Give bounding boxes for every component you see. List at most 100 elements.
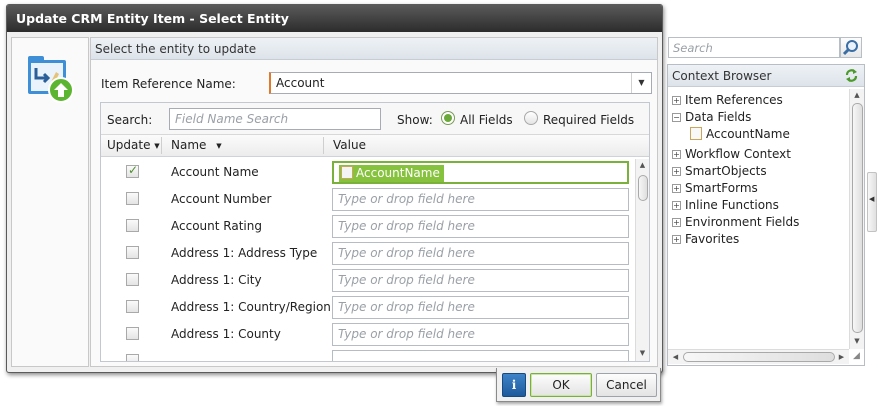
scroll-up-icon[interactable]: ▲ bbox=[636, 161, 649, 170]
value-input[interactable]: AccountName bbox=[332, 161, 629, 184]
tree-item-smartobjects[interactable]: + SmartObjects bbox=[672, 164, 767, 178]
scroll-down-icon[interactable]: ▼ bbox=[850, 337, 864, 346]
expand-icon: + bbox=[672, 201, 681, 210]
value-input[interactable]: Type or drop field here bbox=[332, 242, 629, 265]
all-fields-radio[interactable] bbox=[441, 111, 455, 125]
show-label: Show: bbox=[397, 113, 433, 127]
grid-header: Update ▼ Name ▼ Value bbox=[101, 135, 649, 157]
tree-item-data-fields[interactable]: − Data Fields bbox=[672, 110, 751, 124]
wizard-icon-pane bbox=[11, 37, 89, 367]
context-horizontal-scrollbar[interactable]: ◀ ▶ bbox=[668, 349, 849, 364]
table-row: Account Number Type or drop field here bbox=[101, 186, 635, 213]
value-input[interactable]: Type or drop field here bbox=[332, 269, 629, 292]
table-row: Account Rating Type or drop field here bbox=[101, 213, 635, 240]
refresh-icon[interactable] bbox=[844, 68, 859, 83]
dialog-button-bar: i OK Cancel bbox=[496, 368, 661, 402]
field-grid: Search: Field Name Search Show: All Fiel… bbox=[100, 102, 650, 362]
grid-scrollbar[interactable]: ▲ ▼ bbox=[635, 159, 649, 361]
field-name: Address 1: City bbox=[171, 273, 262, 287]
context-hscroll-thumb[interactable] bbox=[683, 352, 835, 362]
tree-item-environment-fields[interactable]: + Environment Fields bbox=[672, 215, 799, 229]
update-checkbox[interactable] bbox=[126, 246, 139, 259]
scroll-right-icon[interactable]: ▶ bbox=[837, 353, 846, 362]
field-name: Address 1: Country/Region bbox=[171, 300, 331, 314]
search-button[interactable] bbox=[840, 37, 862, 58]
tree-item-inline-functions[interactable]: + Inline Functions bbox=[672, 198, 779, 212]
tree-item-smartforms[interactable]: + SmartForms bbox=[672, 181, 758, 195]
update-checkbox[interactable] bbox=[126, 300, 139, 313]
account-name-token[interactable]: AccountName bbox=[339, 165, 444, 182]
scroll-left-icon[interactable]: ◀ bbox=[671, 353, 680, 362]
column-update[interactable]: Update ▼ bbox=[107, 138, 160, 152]
update-checkbox[interactable] bbox=[126, 273, 139, 286]
field-name: Account Rating bbox=[171, 219, 262, 233]
sort-down-icon: ▼ bbox=[154, 142, 160, 150]
expand-icon: + bbox=[672, 184, 681, 193]
chevron-left-icon: ◀ bbox=[869, 195, 875, 203]
value-input[interactable]: Type or drop field here bbox=[332, 215, 629, 238]
select-entity-panel: Select the entity to update Item Referen… bbox=[90, 37, 658, 367]
expand-icon: + bbox=[672, 218, 681, 227]
data-field-icon bbox=[690, 127, 702, 140]
dialog-title: Update CRM Entity Item - Select Entity bbox=[7, 5, 662, 32]
table-row: Account Name AccountName bbox=[101, 159, 635, 186]
table-row: Address 1: County Type or drop field her… bbox=[101, 321, 635, 348]
context-scrollbar[interactable]: ▲ ▼ bbox=[849, 89, 864, 349]
update-checkbox[interactable] bbox=[126, 163, 139, 178]
value-input[interactable] bbox=[332, 350, 629, 361]
grid-scroll-thumb[interactable] bbox=[638, 175, 648, 201]
field-search-placeholder: Field Name Search bbox=[175, 112, 289, 126]
update-checkbox[interactable] bbox=[126, 327, 139, 340]
expand-icon: + bbox=[672, 150, 681, 159]
panel-title: Select the entity to update bbox=[91, 38, 657, 60]
value-input[interactable]: Type or drop field here bbox=[332, 296, 629, 319]
update-checkbox[interactable] bbox=[126, 354, 139, 361]
tree-item-account-name[interactable]: AccountName bbox=[690, 127, 790, 141]
search-label: Search: bbox=[107, 113, 153, 127]
item-reference-dropdown[interactable]: Account ▼ bbox=[269, 72, 652, 94]
cancel-button[interactable]: Cancel bbox=[596, 373, 657, 397]
update-crm-entity-dialog: Update CRM Entity Item - Select Entity S… bbox=[6, 4, 663, 373]
tree-item-item-references[interactable]: + Item References bbox=[672, 93, 783, 107]
field-name: Account Number bbox=[171, 192, 272, 206]
tree-item-favorites[interactable]: + Favorites bbox=[672, 232, 739, 246]
entity-update-icon bbox=[28, 56, 74, 103]
update-checkbox[interactable] bbox=[126, 219, 139, 232]
collapse-panel-handle[interactable]: ◀ bbox=[867, 172, 877, 232]
value-input[interactable]: Type or drop field here bbox=[332, 188, 629, 211]
resize-grip-icon[interactable]: ◢ bbox=[849, 349, 864, 364]
context-browser-title: Context Browser bbox=[668, 65, 864, 87]
chevron-down-icon[interactable]: ▼ bbox=[631, 73, 651, 93]
column-name[interactable]: Name ▼ bbox=[171, 138, 222, 152]
expand-icon: + bbox=[672, 235, 681, 244]
field-name: Account Name bbox=[171, 165, 259, 179]
expand-icon: + bbox=[672, 96, 681, 105]
info-button[interactable]: i bbox=[502, 373, 526, 397]
tree-item-workflow-context[interactable]: + Workflow Context bbox=[672, 147, 791, 161]
all-fields-label[interactable]: All Fields bbox=[460, 113, 513, 127]
required-fields-radio[interactable] bbox=[524, 111, 538, 125]
grid-toolbar: Search: Field Name Search Show: All Fiel… bbox=[101, 103, 649, 135]
item-reference-label: Item Reference Name: bbox=[101, 77, 236, 91]
field-name: Address 1: County bbox=[171, 327, 281, 341]
field-search-input[interactable]: Field Name Search bbox=[169, 108, 381, 130]
field-name: Address 1: Address Type bbox=[171, 246, 318, 260]
value-input[interactable]: Type or drop field here bbox=[332, 323, 629, 346]
table-row: Address 1: City Type or drop field here bbox=[101, 267, 635, 294]
context-browser: Context Browser + Item References − Data F… bbox=[667, 64, 865, 366]
search-icon bbox=[842, 40, 858, 56]
collapse-icon: − bbox=[672, 113, 681, 122]
required-fields-label[interactable]: Required Fields bbox=[543, 113, 634, 127]
table-row-partial bbox=[101, 348, 635, 361]
context-scroll-thumb[interactable] bbox=[852, 103, 863, 333]
context-search-input[interactable]: Search bbox=[668, 37, 840, 58]
update-checkbox[interactable] bbox=[126, 192, 139, 205]
ok-button[interactable]: OK bbox=[530, 373, 592, 397]
scroll-up-icon[interactable]: ▲ bbox=[850, 91, 864, 100]
scroll-down-icon[interactable]: ▼ bbox=[636, 349, 649, 358]
item-reference-value: Account bbox=[276, 76, 325, 90]
column-value: Value bbox=[333, 138, 366, 152]
table-row: Address 1: Country/Region Type or drop f… bbox=[101, 294, 635, 321]
table-row: Address 1: Address Type Type or drop fie… bbox=[101, 240, 635, 267]
sort-down-icon: ▼ bbox=[216, 142, 222, 150]
